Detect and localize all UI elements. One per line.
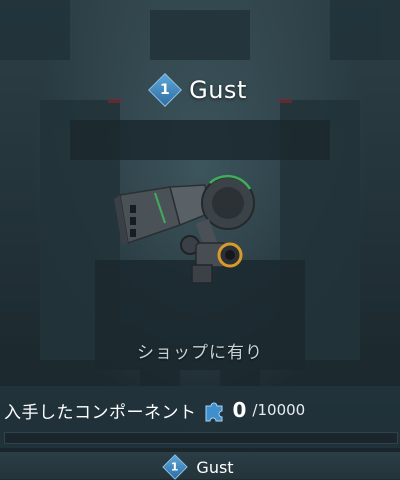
component-counter: 入手したコンポーネント 0 /10000 xyxy=(0,392,305,428)
footer-level-number: 1 xyxy=(171,460,180,474)
level-badge-icon: 1 xyxy=(148,73,183,107)
puzzle-piece-icon xyxy=(205,402,222,422)
component-current: 0 xyxy=(232,398,247,422)
component-label: 入手したコンポーネント xyxy=(4,402,197,423)
item-name: Gust xyxy=(189,76,247,104)
component-progress-bar xyxy=(4,432,398,444)
component-total: /10000 xyxy=(252,401,306,419)
item-title: 1 Gust xyxy=(0,72,400,108)
footer-item-name: Gust xyxy=(196,457,234,477)
footer-level-badge-icon: 1 xyxy=(162,454,189,480)
gust-weapon-icon[interactable] xyxy=(110,165,260,295)
selected-item[interactable]: 1 Gust xyxy=(0,454,400,480)
level-number: 1 xyxy=(160,82,170,98)
availability-text: ショップに有り xyxy=(137,343,263,363)
hangar-background: 1 Gust ショップに有り 入手したコンポーネント 0 /10000 1 Gu… xyxy=(0,0,400,480)
